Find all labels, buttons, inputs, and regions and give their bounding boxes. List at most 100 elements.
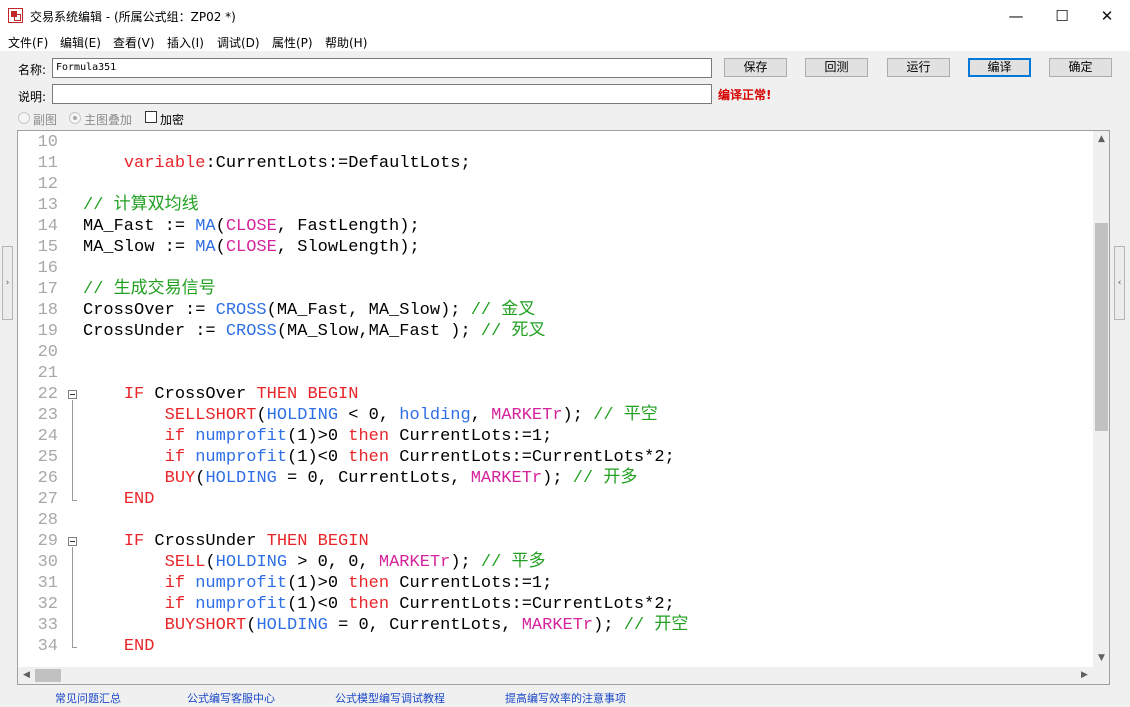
code-line[interactable]: 30 SELL(HOLDING > 0, 0, MARKETr); // 平多 <box>18 552 1094 573</box>
vertical-scrollbar[interactable]: ▲ ▼ <box>1093 131 1109 667</box>
code-line[interactable]: 31 if numprofit(1)>0 then CurrentLots:=1… <box>18 573 1094 594</box>
code-text: if numprofit(1)<0 then CurrentLots:=Curr… <box>83 594 675 615</box>
support-center-link[interactable]: 公式编写客服中心 <box>187 690 275 706</box>
encrypt-checkbox[interactable] <box>145 111 157 123</box>
code-token: = 0, CurrentLots, <box>327 616 522 635</box>
menu-bar: 文件(F) 编辑(E) 查看(V) 插入(I) 调试(D) 属性(P) 帮助(H… <box>0 31 1130 51</box>
menu-properties[interactable]: 属性(P) <box>272 34 313 51</box>
line-number: 22 <box>37 385 58 404</box>
scroll-down-icon[interactable]: ▼ <box>1093 650 1109 667</box>
code-line[interactable]: 20 <box>18 342 1094 363</box>
efficiency-tips-link[interactable]: 提高编写效率的注意事项 <box>505 690 626 706</box>
description-input[interactable] <box>52 84 712 104</box>
minimize-button[interactable]: — <box>993 0 1039 31</box>
code-line[interactable]: 22 IF CrossOver THEN BEGIN <box>18 384 1094 405</box>
code-keyword: HOLDING <box>256 616 328 635</box>
code-line[interactable]: 34 END <box>18 636 1094 657</box>
code-line[interactable]: 11 variable:CurrentLots:=DefaultLots; <box>18 153 1094 174</box>
sub-chart-radio[interactable] <box>18 112 30 124</box>
line-number: 16 <box>37 259 58 278</box>
code-text: // 生成交易信号 <box>83 279 216 300</box>
code-token: (1)<0 <box>287 595 349 614</box>
ok-button[interactable]: 确定 <box>1049 58 1112 77</box>
code-line[interactable]: 25 if numprofit(1)<0 then CurrentLots:=C… <box>18 447 1094 468</box>
line-number: 31 <box>37 574 58 593</box>
code-line[interactable]: 13 // 计算双均线 <box>18 195 1094 216</box>
code-line[interactable]: 24 if numprofit(1)>0 then CurrentLots:=1… <box>18 426 1094 447</box>
code-text: CrossOver := CROSS(MA_Fast, MA_Slow); //… <box>83 300 535 321</box>
code-text: CrossUnder := CROSS(MA_Slow,MA_Fast ); /… <box>83 321 546 342</box>
code-line[interactable]: 19 CrossUnder := CROSS(MA_Slow,MA_Fast );… <box>18 321 1094 342</box>
tutorial-link[interactable]: 公式模型编写调试教程 <box>335 690 445 706</box>
maximize-button[interactable]: ☐ <box>1039 0 1085 31</box>
code-keyword: then <box>348 595 390 614</box>
code-line[interactable]: 15 MA_Slow := MA(CLOSE, SlowLength); <box>18 237 1094 258</box>
code-comment: // 金叉 <box>470 301 536 320</box>
backtest-button[interactable]: 回测 <box>805 58 868 77</box>
code-token: (1)>0 <box>287 574 349 593</box>
menu-edit[interactable]: 编辑(E) <box>60 34 101 51</box>
scroll-right-icon[interactable]: ▶ <box>1076 667 1093 684</box>
vertical-scroll-thumb[interactable] <box>1095 223 1108 431</box>
code-keyword: numprofit <box>195 427 288 446</box>
code-text: END <box>83 636 155 657</box>
line-number: 29 <box>37 532 58 551</box>
left-panel-toggle[interactable]: › <box>2 246 13 320</box>
scroll-up-icon[interactable]: ▲ <box>1093 131 1109 148</box>
menu-debug[interactable]: 调试(D) <box>217 34 260 51</box>
code-line[interactable]: 14 MA_Fast := MA(CLOSE, FastLength); <box>18 216 1094 237</box>
menu-help[interactable]: 帮助(H) <box>325 34 367 51</box>
main-overlay-radio[interactable] <box>69 112 81 124</box>
code-keyword: numprofit <box>195 595 288 614</box>
code-keyword: numprofit <box>195 574 288 593</box>
code-line[interactable]: 10 <box>18 132 1094 153</box>
fold-toggle-icon[interactable] <box>68 537 77 546</box>
menu-view[interactable]: 查看(V) <box>113 34 155 51</box>
line-number: 18 <box>37 301 58 320</box>
code-keyword: THEN BEGIN <box>256 385 359 404</box>
menu-file[interactable]: 文件(F) <box>8 34 48 51</box>
line-number: 21 <box>37 364 58 383</box>
menu-insert[interactable]: 插入(I) <box>167 34 204 51</box>
code-token: CurrentLots:=1; <box>389 427 553 446</box>
code-keyword: CLOSE <box>225 217 277 236</box>
code-keyword: then <box>348 574 390 593</box>
code-line[interactable]: 33 BUYSHORT(HOLDING = 0, CurrentLots, MA… <box>18 615 1094 636</box>
code-line[interactable]: 28 <box>18 510 1094 531</box>
horizontal-scrollbar[interactable]: ◀ ▶ <box>18 667 1093 684</box>
formula-name-input[interactable]: Formula351 <box>52 58 712 78</box>
scroll-left-icon[interactable]: ◀ <box>18 667 35 684</box>
right-panel-toggle[interactable]: ‹ <box>1114 246 1125 320</box>
code-line[interactable]: 26 BUY(HOLDING = 0, CurrentLots, MARKETr… <box>18 468 1094 489</box>
close-button[interactable]: ✕ <box>1084 0 1130 31</box>
code-line[interactable]: 21 <box>18 363 1094 384</box>
code-line[interactable]: 17 // 生成交易信号 <box>18 279 1094 300</box>
code-token: ); <box>542 469 573 488</box>
code-line[interactable]: 12 <box>18 174 1094 195</box>
fold-toggle-icon[interactable] <box>68 390 77 399</box>
code-line[interactable]: 32 if numprofit(1)<0 then CurrentLots:=C… <box>18 594 1094 615</box>
code-token: , FastLength); <box>276 217 420 236</box>
fold-guide-line <box>72 400 73 500</box>
code-keyword: MA <box>195 217 216 236</box>
code-text: if numprofit(1)>0 then CurrentLots:=1; <box>83 573 553 594</box>
code-line[interactable]: 27 END <box>18 489 1094 510</box>
code-line[interactable]: 23 SELLSHORT(HOLDING < 0, holding, MARKE… <box>18 405 1094 426</box>
horizontal-scroll-thumb[interactable] <box>35 669 61 682</box>
code-editor[interactable]: 10 11 variable:CurrentLots:=DefaultLots; 1… <box>17 130 1110 685</box>
save-button[interactable]: 保存 <box>724 58 787 77</box>
code-keyword: END <box>123 490 155 509</box>
code-line[interactable]: 29 IF CrossUnder THEN BEGIN <box>18 531 1094 552</box>
code-keyword: HOLDING <box>266 406 339 425</box>
run-button[interactable]: 运行 <box>887 58 950 77</box>
code-line[interactable]: 18 CrossOver := CROSS(MA_Fast, MA_Slow); … <box>18 300 1094 321</box>
main-overlay-label: 主图叠加 <box>84 113 133 127</box>
compile-button[interactable]: 编译 <box>968 58 1031 77</box>
line-number: 33 <box>37 616 58 635</box>
faq-link[interactable]: 常见问题汇总 <box>55 690 121 706</box>
code-line[interactable]: 16 <box>18 258 1094 279</box>
